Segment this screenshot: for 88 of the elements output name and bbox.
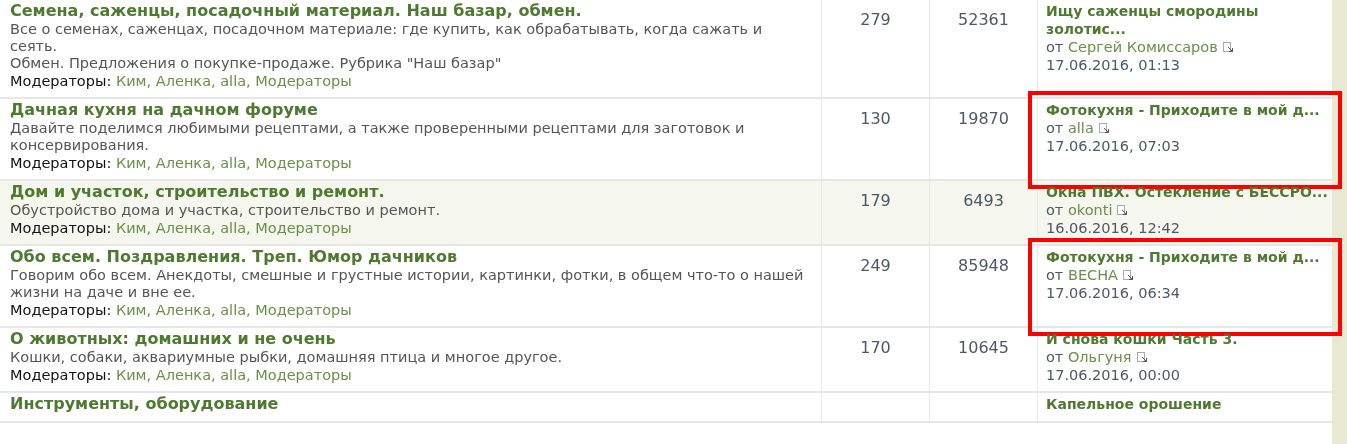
- posts-count: 19870: [930, 99, 1038, 179]
- moderator-link[interactable]: Модераторы: [255, 302, 352, 318]
- list-separator: ,: [211, 220, 216, 236]
- topics-count: 130: [822, 99, 930, 179]
- by-label: от: [1046, 201, 1065, 219]
- list-separator: ,: [246, 302, 251, 318]
- list-separator: ,: [211, 155, 216, 171]
- forum-title-link[interactable]: Обо всем. Поздравления. Треп. Юмор дачников: [10, 247, 813, 267]
- moderators-label: Модераторы:: [10, 302, 113, 318]
- by-label: от: [1046, 266, 1065, 284]
- forum-title-link[interactable]: Семена, саженцы, посадочный материал. Наш базар, обмен.: [10, 1, 813, 21]
- posts-count: 85948: [930, 246, 1038, 326]
- list-separator: ,: [146, 220, 152, 236]
- moderator-link[interactable]: Модераторы: [255, 220, 352, 236]
- last-post-date: 17.06.2016, 07:03: [1046, 137, 1182, 155]
- moderators-label: Модераторы:: [10, 367, 113, 383]
- list-separator: ,: [146, 367, 152, 383]
- go-to-post-icon[interactable]: [1222, 42, 1233, 52]
- last-post-link[interactable]: Фотокухня - Приходите в мой д...: [1046, 101, 1328, 119]
- list-separator: ,: [246, 155, 251, 171]
- list-separator: ,: [211, 73, 216, 89]
- last-post-date: 16.06.2016, 12:42: [1046, 219, 1182, 237]
- topics-count: 279: [822, 0, 930, 97]
- forum-description: Кошки, собаки, аквариумные рыбки, домашняя птица и многое другое.: [10, 349, 563, 366]
- forum-title-link[interactable]: Дачная кухня на дачном форуме: [10, 100, 813, 120]
- moderator-link[interactable]: Ким: [115, 302, 147, 318]
- moderator-link[interactable]: alla: [220, 302, 247, 318]
- forum-description: Обустройство дома и участка, строительство и ремонт.: [10, 202, 442, 219]
- moderator-link[interactable]: Аленка: [155, 73, 211, 89]
- forum-description: Обмен. Предложения о покупке-продаже. Рубрика "Наш базар": [10, 55, 503, 72]
- moderator-link[interactable]: Аленка: [155, 302, 211, 318]
- last-post-link[interactable]: И снова кошки Часть 3.: [1046, 330, 1328, 348]
- topics-count: 170: [822, 328, 930, 391]
- moderator-link[interactable]: Ким: [115, 367, 147, 383]
- go-to-post-icon[interactable]: [1123, 270, 1133, 280]
- list-separator: ,: [146, 73, 152, 89]
- forum-description: Давайте поделимся любимыми рецептами, а также проверенными рецептами для заготовок и консервирования.: [10, 120, 746, 154]
- by-label: от: [1046, 38, 1065, 56]
- posts-count: 10645: [930, 328, 1038, 391]
- posts-count: 6493: [930, 181, 1038, 244]
- author-link[interactable]: Ольгуня: [1067, 348, 1132, 366]
- moderator-link[interactable]: Ким: [115, 73, 147, 89]
- moderator-link[interactable]: Аленка: [155, 367, 211, 383]
- last-post-link[interactable]: Ищу саженцы смородины золотис...: [1046, 2, 1328, 38]
- moderators-label: Модераторы:: [10, 220, 113, 236]
- list-separator: ,: [246, 73, 251, 89]
- forum-title-link[interactable]: Инструменты, оборудование: [10, 394, 813, 414]
- list-separator: ,: [211, 367, 216, 383]
- last-post-link[interactable]: Окна ПВХ. Остекление с БЕССРО...: [1046, 183, 1328, 201]
- forum-description: Все о семенах, саженцах, посадочном материале: где купить, как обрабатывать, когда сажать и сеять.: [10, 21, 764, 55]
- moderator-link[interactable]: Ким: [115, 220, 147, 236]
- author-link[interactable]: okonti: [1067, 201, 1113, 219]
- list-separator: ,: [146, 302, 152, 318]
- forum-title-link[interactable]: О животных: домашних и не очень: [10, 329, 813, 349]
- topics-count: 249: [822, 246, 930, 326]
- go-to-post-icon[interactable]: [1136, 352, 1147, 362]
- last-post-link[interactable]: Капельное орошение: [1046, 395, 1328, 413]
- last-post-date: 17.06.2016, 01:13: [1046, 56, 1182, 74]
- moderators-label: Модераторы:: [10, 73, 113, 89]
- posts-count: 52361: [930, 0, 1038, 97]
- moderator-link[interactable]: Модераторы: [255, 367, 352, 383]
- go-to-post-icon[interactable]: [1117, 205, 1128, 215]
- moderator-link[interactable]: Модераторы: [255, 155, 352, 171]
- moderator-link[interactable]: Аленка: [155, 155, 211, 171]
- last-post-link[interactable]: Фотокухня - Приходите в мой д...: [1046, 248, 1328, 266]
- moderator-link[interactable]: alla: [220, 73, 247, 89]
- moderator-link[interactable]: alla: [220, 155, 247, 171]
- last-post-date: 17.06.2016, 06:34: [1046, 284, 1182, 302]
- forum-description: Говорим обо всем. Анекдоты, смешные и грустные истории, картинки, фотки, в общем что-то о нашей жизни на даче и вне ее.: [10, 267, 805, 301]
- last-post-date: 17.06.2016, 00:00: [1046, 366, 1182, 384]
- author-link[interactable]: ВЕСНА: [1067, 266, 1118, 284]
- list-separator: ,: [211, 302, 216, 318]
- forum-title-link[interactable]: Дом и участок, строительство и ремонт.: [10, 182, 813, 202]
- author-link[interactable]: Сергей Комиссаров: [1067, 38, 1218, 56]
- topics-count: 179: [822, 181, 930, 244]
- by-label: от: [1046, 348, 1065, 366]
- list-separator: ,: [146, 155, 152, 171]
- by-label: от: [1046, 119, 1065, 137]
- moderator-link[interactable]: Ким: [115, 155, 147, 171]
- author-link[interactable]: alla: [1067, 119, 1094, 137]
- list-separator: ,: [246, 220, 251, 236]
- moderator-link[interactable]: alla: [220, 367, 247, 383]
- go-to-post-icon[interactable]: [1098, 123, 1109, 133]
- moderator-link[interactable]: Модераторы: [255, 73, 352, 89]
- list-separator: ,: [246, 367, 251, 383]
- moderator-link[interactable]: alla: [220, 220, 247, 236]
- moderators-label: Модераторы:: [10, 155, 113, 171]
- moderator-link[interactable]: Аленка: [155, 220, 211, 236]
